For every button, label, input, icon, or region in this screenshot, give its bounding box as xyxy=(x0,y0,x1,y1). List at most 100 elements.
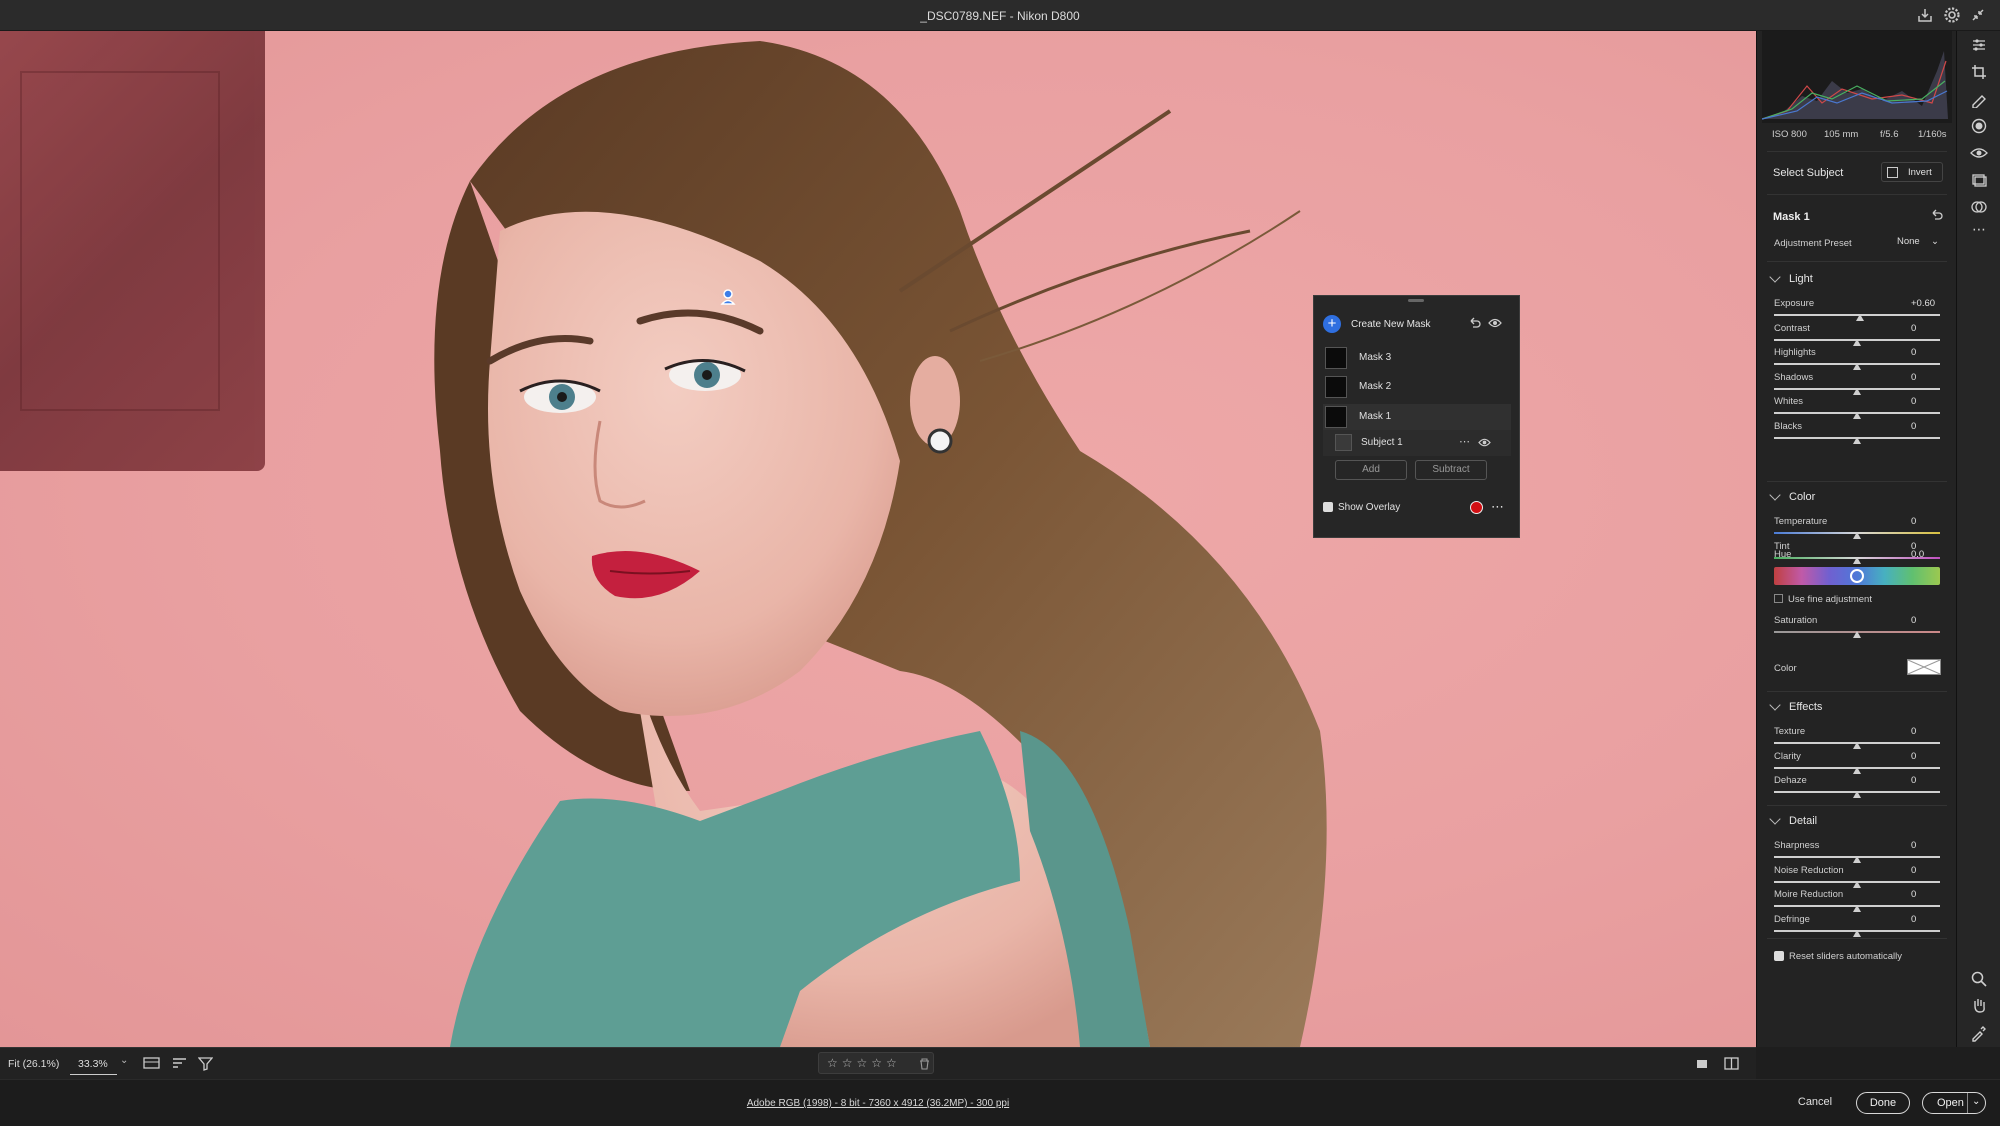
zoom-icon[interactable] xyxy=(1970,970,1988,988)
done-button[interactable]: Done xyxy=(1856,1092,1910,1114)
light-slider-value[interactable]: 0 xyxy=(1909,420,1945,434)
compare-view-icon[interactable] xyxy=(1724,1056,1739,1071)
detail-slider-value[interactable]: 0 xyxy=(1909,888,1945,902)
detail-slider-thumb[interactable] xyxy=(1853,905,1861,912)
export-icon[interactable] xyxy=(1916,6,1934,24)
healing-brush-icon[interactable] xyxy=(1970,90,1988,108)
saturation-value[interactable]: 0 xyxy=(1909,614,1945,628)
open-button[interactable]: Open ⌄ xyxy=(1922,1092,1986,1114)
light-slider-value[interactable]: 0 xyxy=(1909,322,1945,336)
zoom-chevron-icon[interactable]: ⌄ xyxy=(120,1055,128,1066)
masking-icon[interactable] xyxy=(1970,117,1988,135)
hand-icon[interactable] xyxy=(1970,996,1988,1014)
detail-slider-value[interactable]: 0 xyxy=(1909,839,1945,853)
mask-row-2[interactable]: Mask 2 xyxy=(1323,374,1511,400)
color-chevron-icon[interactable] xyxy=(1769,489,1781,501)
preset-dropdown[interactable]: None ⌄ xyxy=(1897,236,1943,250)
color-slider-value[interactable]: 0 xyxy=(1909,515,1945,529)
eye-icon[interactable] xyxy=(1478,437,1491,448)
filmstrip-icon[interactable] xyxy=(143,1056,160,1071)
effects-slider-label: Texture xyxy=(1774,726,1806,737)
detail-slider-thumb[interactable] xyxy=(1853,880,1861,888)
hue-thumb[interactable] xyxy=(1850,569,1864,583)
light-slider-thumb[interactable] xyxy=(1853,436,1861,444)
detail-section-title[interactable]: Detail xyxy=(1789,815,1817,827)
filter-icon[interactable] xyxy=(198,1056,213,1071)
saturation-thumb[interactable] xyxy=(1853,631,1861,638)
subject-pin-icon[interactable] xyxy=(720,288,736,306)
light-chevron-icon[interactable] xyxy=(1769,271,1781,283)
light-slider-thumb[interactable] xyxy=(1856,314,1865,321)
color-slider-thumb[interactable] xyxy=(1853,532,1861,539)
overlay-color-swatch[interactable] xyxy=(1470,501,1483,514)
presets-icon[interactable] xyxy=(1970,198,1988,216)
mask-row-3[interactable]: Mask 3 xyxy=(1323,345,1511,371)
eyedropper-icon[interactable] xyxy=(1970,1024,1988,1042)
light-slider-value[interactable]: 0 xyxy=(1909,346,1945,360)
detail-slider-value[interactable]: 0 xyxy=(1909,913,1945,927)
add-mask-icon[interactable]: + xyxy=(1323,315,1341,333)
gear-icon[interactable] xyxy=(1943,6,1961,24)
show-overlay-checkbox[interactable] xyxy=(1323,502,1333,512)
effects-slider-thumb[interactable] xyxy=(1853,791,1861,798)
star-icons[interactable]: ☆☆☆☆☆ xyxy=(827,1056,901,1070)
effects-slider-value[interactable]: 0 xyxy=(1909,725,1945,739)
effects-slider-thumb[interactable] xyxy=(1853,742,1861,749)
color-section-title[interactable]: Color xyxy=(1789,491,1815,503)
effects-slider-thumb[interactable] xyxy=(1853,766,1861,774)
color-slider-thumb[interactable] xyxy=(1853,556,1861,564)
light-section-title[interactable]: Light xyxy=(1789,273,1813,285)
trash-icon[interactable] xyxy=(919,1058,930,1070)
snapshots-icon[interactable] xyxy=(1970,171,1988,189)
undo-icon[interactable] xyxy=(1468,316,1482,330)
reset-icon[interactable] xyxy=(1930,208,1944,222)
more-tools-icon[interactable]: ⋯ xyxy=(1970,221,1988,239)
fine-adjust-checkbox[interactable] xyxy=(1774,594,1783,603)
create-new-mask[interactable]: Create New Mask xyxy=(1351,319,1430,330)
invert-button[interactable]: Invert xyxy=(1881,162,1943,182)
subtract-button[interactable]: Subtract xyxy=(1415,460,1487,480)
light-slider-value[interactable]: +0.60 xyxy=(1909,297,1945,311)
open-chevron-icon[interactable]: ⌄ xyxy=(1972,1092,1980,1112)
drag-handle[interactable] xyxy=(1408,299,1424,302)
photo-canvas[interactable]: + Create New Mask Mask 3 Mask 2 Mask 1 S… xyxy=(0,31,1756,1047)
light-slider-thumb[interactable] xyxy=(1853,387,1861,395)
add-button[interactable]: Add xyxy=(1335,460,1407,480)
more-icon[interactable]: ⋯ xyxy=(1459,435,1470,448)
collapse-icon[interactable] xyxy=(1969,6,1987,24)
light-slider-thumb[interactable] xyxy=(1853,338,1861,346)
overlay-more-icon[interactable]: ⋯ xyxy=(1491,499,1504,515)
single-view-icon[interactable] xyxy=(1695,1057,1709,1071)
light-slider-value[interactable]: 0 xyxy=(1909,371,1945,385)
edit-sliders-icon[interactable] xyxy=(1970,36,1988,54)
light-slider-thumb[interactable] xyxy=(1853,412,1861,419)
cancel-button[interactable]: Cancel xyxy=(1785,1092,1845,1114)
light-slider-label: Exposure xyxy=(1774,298,1815,309)
eye-icon[interactable] xyxy=(1488,317,1502,329)
sort-icon[interactable] xyxy=(172,1056,187,1071)
zoom-dropdown[interactable]: 33.3% xyxy=(70,1053,117,1075)
effects-slider-value[interactable]: 0 xyxy=(1909,774,1945,788)
detail-slider-thumb[interactable] xyxy=(1853,856,1861,863)
light-slider-thumb[interactable] xyxy=(1853,363,1861,370)
reset-auto-checkbox[interactable] xyxy=(1774,951,1784,961)
light-slider-value[interactable]: 0 xyxy=(1909,395,1945,409)
subject-row[interactable]: Subject 1 ⋯ xyxy=(1323,430,1511,456)
rating-stars[interactable]: ☆☆☆☆☆ xyxy=(818,1052,934,1074)
crop-icon[interactable] xyxy=(1970,63,1988,81)
detail-slider-value[interactable]: 0 xyxy=(1909,864,1945,878)
detail-chevron-icon[interactable] xyxy=(1769,813,1781,825)
mask-row-1[interactable]: Mask 1 xyxy=(1323,404,1511,430)
effects-chevron-icon[interactable] xyxy=(1769,699,1781,711)
hue-value[interactable]: 0.0 xyxy=(1909,548,1945,562)
hue-slider[interactable] xyxy=(1774,567,1940,585)
light-slider-label: Blacks xyxy=(1774,420,1802,432)
effects-section-title[interactable]: Effects xyxy=(1789,701,1822,713)
mask-title: Mask 1 xyxy=(1773,211,1810,223)
detail-slider-thumb[interactable] xyxy=(1853,929,1861,937)
red-eye-icon[interactable] xyxy=(1970,144,1988,162)
effects-slider-value[interactable]: 0 xyxy=(1909,750,1945,764)
fit-zoom-button[interactable]: Fit (26.1%) xyxy=(8,1058,59,1070)
color-swatch[interactable] xyxy=(1907,659,1941,675)
workflow-options-link[interactable]: Adobe RGB (1998) - 8 bit - 7360 x 4912 (… xyxy=(0,1098,1756,1109)
